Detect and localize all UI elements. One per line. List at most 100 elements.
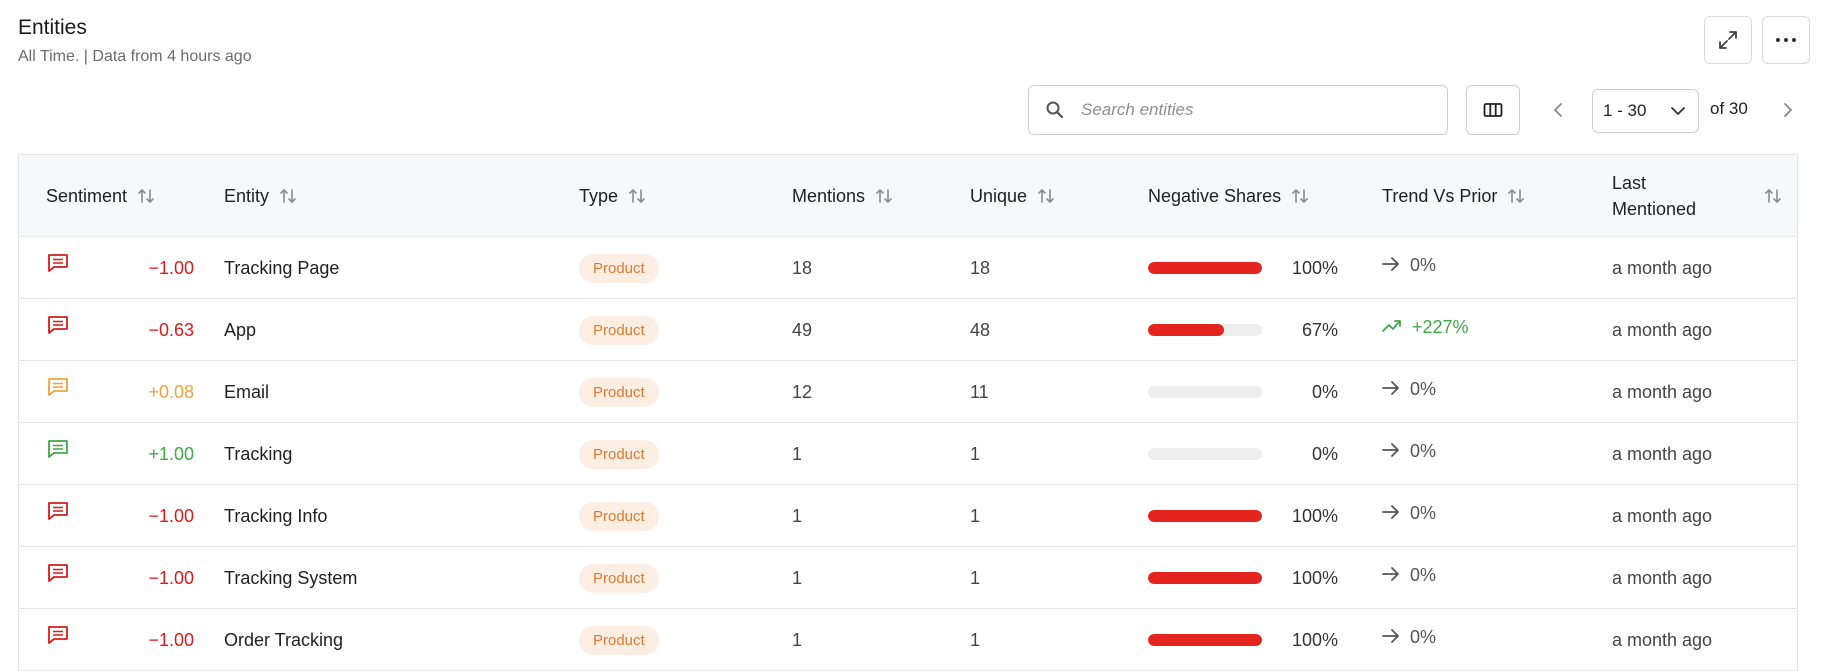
expand-button[interactable]: [1704, 16, 1752, 64]
last-mentioned: a month ago: [1612, 505, 1713, 526]
column-header-type[interactable]: Type: [579, 155, 646, 237]
trend-value: 0%: [1410, 378, 1437, 399]
trend-value: 0%: [1410, 254, 1437, 275]
negative-share-percent: 100%: [1291, 257, 1338, 278]
sentiment-score: −1.00: [148, 257, 194, 278]
mentions-count: 49: [792, 319, 813, 340]
last-mentioned: a month ago: [1612, 629, 1713, 650]
sort-icon[interactable]: [137, 187, 155, 205]
column-header-sentiment[interactable]: Sentiment: [46, 155, 155, 237]
sort-icon[interactable]: [1291, 187, 1309, 205]
comment-icon: [47, 377, 69, 402]
entity-name[interactable]: Tracking: [224, 423, 292, 485]
page-range-value: 1 - 30: [1603, 101, 1647, 120]
negative-share: 100%: [1148, 237, 1348, 299]
type-badge: Product: [579, 439, 659, 469]
comment-icon: [47, 315, 69, 340]
column-header-mentions[interactable]: Mentions: [792, 155, 893, 237]
more-horizontal-icon: [1776, 38, 1796, 42]
sentiment-score: +0.08: [148, 381, 194, 402]
entity-name[interactable]: Email: [224, 361, 269, 423]
page-subtitle: All Time. | Data from 4 hours ago: [18, 48, 252, 65]
column-header-trend-vs-prior[interactable]: Trend Vs Prior: [1382, 155, 1525, 237]
table-row[interactable]: −1.00 Order Tracking Product 1 1 100% 0% a mont…: [19, 609, 1797, 671]
table-row[interactable]: +1.00 Tracking Product 1 1 0% 0% a month ago: [19, 423, 1797, 485]
trend-value: 0%: [1410, 626, 1437, 647]
previous-page-button[interactable]: [1548, 96, 1568, 124]
chevron-down-icon: [1671, 107, 1685, 115]
comment-icon: [47, 253, 69, 278]
trend: 0%: [1382, 544, 1436, 606]
trend-value: 0%: [1410, 440, 1437, 461]
last-mentioned: a month ago: [1612, 567, 1713, 588]
entities-table: Sentiment Entity Type Mentions Unique Ne…: [18, 154, 1798, 671]
negative-share-percent: 0%: [1311, 443, 1338, 464]
mentions-count: 12: [792, 381, 813, 402]
last-mentioned: a month ago: [1612, 257, 1713, 278]
negative-share-percent: 100%: [1291, 629, 1338, 650]
page-range-select[interactable]: 1 - 30: [1592, 89, 1699, 133]
table-row[interactable]: −1.00 Tracking Info Product 1 1 100% 0% a month…: [19, 485, 1797, 547]
negative-share-fill: [1148, 262, 1262, 274]
trend-value: +227%: [1412, 316, 1469, 337]
more-options-button[interactable]: [1762, 16, 1810, 64]
search-input[interactable]: [1079, 99, 1439, 121]
columns-button[interactable]: [1466, 85, 1520, 135]
last-mentioned: a month ago: [1612, 319, 1713, 340]
unique-count: 11: [970, 381, 989, 402]
column-header-negative-shares[interactable]: Negative Shares: [1148, 155, 1309, 237]
column-header-unique[interactable]: Unique: [970, 155, 1055, 237]
negative-share-bar: [1148, 262, 1262, 274]
entity-name[interactable]: Tracking Page: [224, 237, 339, 299]
mentions-count: 18: [792, 257, 813, 278]
sentiment-score: −1.00: [148, 629, 194, 650]
sort-icon[interactable]: [628, 187, 646, 205]
table-row[interactable]: −0.63 App Product 49 48 67% +227% a month ago: [19, 299, 1797, 361]
negative-share-fill: [1148, 510, 1262, 522]
negative-share-bar: [1148, 324, 1262, 336]
trending-up-icon: [1382, 317, 1402, 338]
sort-icon[interactable]: [1507, 187, 1525, 205]
type-badge: Product: [579, 563, 659, 593]
columns-icon: [1483, 103, 1503, 117]
chevron-left-icon: [1554, 103, 1562, 117]
type-badge: Product: [579, 253, 659, 283]
type-badge: Product: [579, 315, 659, 345]
sort-icon[interactable]: [1764, 187, 1782, 205]
table-row[interactable]: −1.00 Tracking System Product 1 1 100% 0% a mon…: [19, 547, 1797, 609]
sentiment-score: −0.63: [148, 319, 194, 340]
trend: 0%: [1382, 234, 1436, 296]
column-header-last-mentioned[interactable]: Last Mentioned: [1612, 155, 1782, 237]
sentiment-score: −1.00: [148, 567, 194, 588]
entity-name[interactable]: Tracking System: [224, 547, 357, 609]
column-header-entity[interactable]: Entity: [224, 155, 297, 237]
entity-name[interactable]: Tracking Info: [224, 485, 327, 547]
unique-count: 48: [970, 319, 991, 340]
comment-icon: [47, 563, 69, 588]
negative-share-bar: [1148, 510, 1262, 522]
sentiment-score: −1.00: [148, 505, 194, 526]
entity-name[interactable]: Order Tracking: [224, 609, 343, 671]
next-page-button[interactable]: [1778, 96, 1798, 124]
type-badge: Product: [579, 501, 659, 531]
negative-share-fill: [1148, 634, 1262, 646]
negative-share-fill: [1148, 324, 1225, 336]
sort-icon[interactable]: [279, 187, 297, 205]
unique-count: 1: [970, 629, 981, 650]
search-box[interactable]: [1028, 85, 1448, 135]
mentions-count: 1: [792, 629, 803, 650]
table-row[interactable]: −1.00 Tracking Page Product 18 18 100% 0% a mon…: [19, 237, 1797, 299]
trend: 0%: [1382, 358, 1436, 420]
entity-name[interactable]: App: [224, 299, 256, 361]
negative-share-percent: 0%: [1311, 381, 1338, 402]
arrow-right-icon: [1382, 627, 1400, 648]
table-row[interactable]: +0.08 Email Product 12 11 0% 0% a month ago: [19, 361, 1797, 423]
negative-share-bar: [1148, 572, 1262, 584]
chevron-right-icon: [1784, 103, 1792, 117]
sort-icon[interactable]: [1037, 187, 1055, 205]
negative-share-bar: [1148, 634, 1262, 646]
negative-share: 67%: [1148, 299, 1348, 361]
sort-icon[interactable]: [875, 187, 893, 205]
unique-count: 1: [970, 443, 981, 464]
page-total: of 30: [1710, 99, 1748, 118]
